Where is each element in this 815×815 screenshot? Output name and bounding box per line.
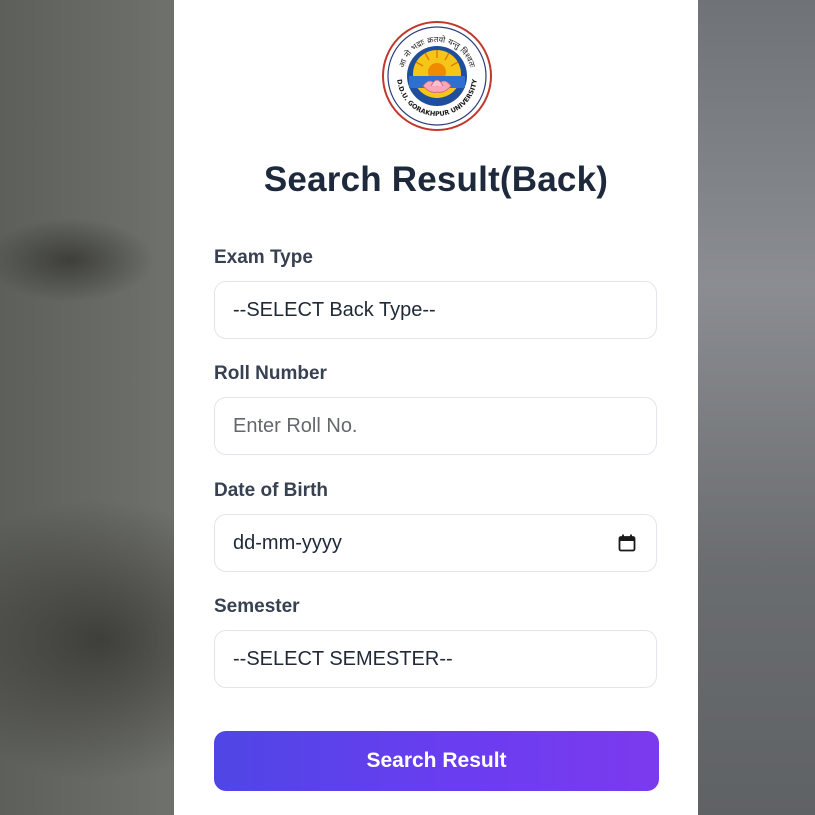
background-right (698, 0, 815, 815)
calendar-icon[interactable] (618, 534, 636, 552)
roll-number-placeholder: Enter Roll No. (233, 414, 358, 437)
university-logo: आ नो भद्राः क्रतवो यन्तु विश्वतः D.D.U. … (382, 21, 492, 131)
date-of-birth-input[interactable]: dd-mm-yyyy (214, 514, 657, 572)
date-of-birth-label: Date of Birth (214, 480, 328, 501)
exam-type-select[interactable]: --SELECT Back Type-- (214, 281, 657, 339)
exam-type-value: --SELECT Back Type-- (233, 298, 436, 321)
semester-label: Semester (214, 596, 300, 617)
semester-value: --SELECT SEMESTER-- (233, 647, 453, 670)
exam-type-label: Exam Type (214, 247, 313, 268)
roll-number-label: Roll Number (214, 363, 327, 384)
search-result-button[interactable]: Search Result (214, 731, 659, 791)
semester-select[interactable]: --SELECT SEMESTER-- (214, 630, 657, 688)
date-of-birth-value: dd-mm-yyyy (233, 531, 342, 554)
roll-number-input[interactable]: Enter Roll No. (214, 397, 657, 455)
page-title: Search Result(Back) (263, 160, 609, 199)
